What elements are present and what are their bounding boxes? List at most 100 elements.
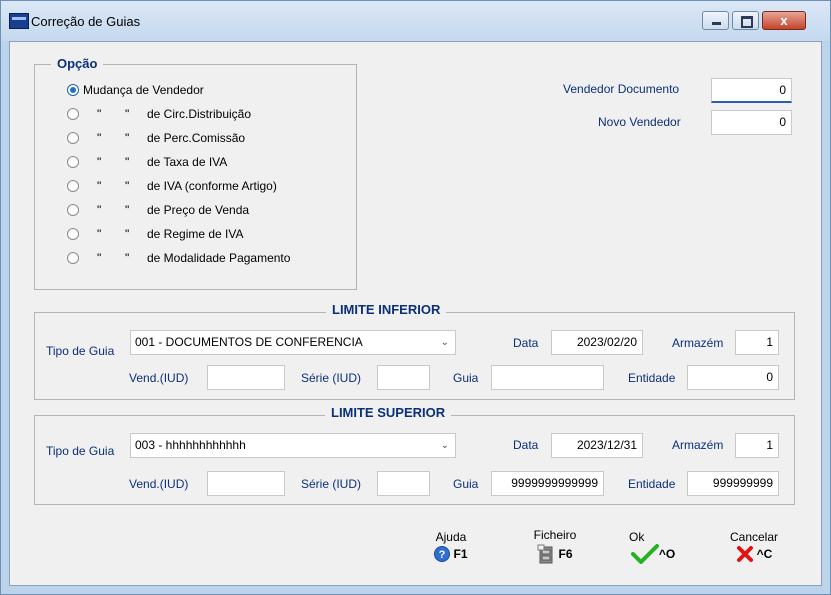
opcao-legend: Opção — [51, 56, 104, 71]
radio-button[interactable] — [67, 180, 79, 192]
inf-entidade-label: Entidade — [628, 371, 676, 385]
novo-vendedor-label: Novo Vendedor — [598, 115, 681, 129]
radio-button[interactable] — [67, 228, 79, 240]
inf-armazem-label: Armazém — [672, 336, 724, 350]
title-bar[interactable]: Correção de Guias x — [1, 1, 830, 41]
maximize-button[interactable] — [732, 11, 759, 30]
opcao-option-7[interactable]: " " de Regime de IVA — [67, 225, 244, 243]
inf-tipo-guia-value: 001 - DOCUMENTOS DE CONFERENCIA — [135, 335, 363, 349]
radio-button[interactable] — [67, 132, 79, 144]
sup-tipo-guia-select[interactable]: 003 - hhhhhhhhhhhh ⌄ — [130, 433, 456, 458]
ditto-mark: " — [97, 203, 102, 217]
sup-serie-label: Série (IUD) — [301, 477, 362, 491]
limite-superior-title: LIMITE SUPERIOR — [325, 405, 452, 420]
sup-data-label: Data — [513, 438, 539, 452]
novo-vendedor-field[interactable]: 0 — [711, 110, 792, 135]
maximize-icon — [741, 16, 753, 28]
close-button[interactable]: x — [762, 11, 806, 30]
ajuda-button[interactable]: Ajuda ? F1 — [424, 530, 478, 565]
dialog-window: Correção de Guias x Opção Mudança de Ven… — [0, 0, 831, 595]
vendedor-documento-label: Vendedor Documento — [563, 82, 680, 96]
chevron-down-icon[interactable]: ⌄ — [441, 331, 449, 354]
sup-guia-label: Guia — [453, 477, 479, 491]
inf-armazem-field[interactable]: 1 — [735, 330, 779, 355]
ajuda-label: Ajuda — [435, 530, 467, 544]
sup-entidade-field[interactable]: 999999999 — [687, 471, 779, 496]
radio-button[interactable] — [67, 156, 79, 168]
radio-button[interactable] — [67, 252, 79, 264]
ditto-mark: " — [97, 179, 102, 193]
limite-inferior-title: LIMITE INFERIOR — [326, 302, 447, 317]
ditto-mark: " — [97, 131, 102, 145]
inf-vend-label: Vend.(IUD) — [129, 371, 189, 385]
ditto-mark: " — [125, 227, 130, 241]
opcao-option-3[interactable]: " " de Perc.Comissão — [67, 129, 245, 147]
sup-guia-field[interactable]: 9999999999999 — [491, 471, 604, 496]
file-cabinet-icon — [537, 544, 553, 564]
minimize-button[interactable] — [702, 11, 729, 30]
opcao-option-1[interactable]: Mudança de Vendedor — [67, 81, 204, 99]
ditto-mark: " — [125, 155, 130, 169]
vendedor-documento-field[interactable]: 0 — [711, 78, 792, 103]
sup-vend-label: Vend.(IUD) — [129, 477, 189, 491]
ditto-mark: " — [125, 131, 130, 145]
opcao-option-label: de IVA (conforme Artigo) — [147, 179, 277, 193]
inf-vend-field[interactable] — [207, 365, 285, 390]
inf-tipo-guia-label: Tipo de Guia — [46, 344, 115, 358]
ditto-mark: " — [97, 227, 102, 241]
ajuda-shortcut: F1 — [453, 547, 468, 561]
inf-tipo-guia-select[interactable]: 001 - DOCUMENTOS DE CONFERENCIA ⌄ — [130, 330, 456, 355]
sup-vend-field[interactable] — [207, 471, 285, 496]
ditto-mark: " — [97, 107, 102, 121]
cancelar-button[interactable]: Cancelar ^C — [723, 530, 785, 566]
sup-data-field[interactable]: 2023/12/31 — [551, 433, 643, 458]
radio-button[interactable] — [67, 204, 79, 216]
ok-label: Ok — [629, 530, 645, 544]
inf-serie-field[interactable] — [377, 365, 430, 390]
opcao-option-label: de Taxa de IVA — [147, 155, 228, 169]
opcao-option-4[interactable]: " " de Taxa de IVA — [67, 153, 227, 171]
inf-entidade-field[interactable]: 0 — [687, 365, 779, 390]
sup-armazem-field[interactable]: 1 — [735, 433, 779, 458]
radio-button[interactable] — [67, 84, 79, 96]
sup-entidade-label: Entidade — [628, 477, 676, 491]
chevron-down-icon[interactable]: ⌄ — [441, 434, 449, 457]
ficheiro-button[interactable]: Ficheiro F6 — [526, 528, 584, 567]
ditto-mark: " — [125, 203, 130, 217]
sup-serie-field[interactable] — [377, 471, 430, 496]
sup-armazem-label: Armazém — [672, 438, 724, 452]
opcao-option-6[interactable]: " " de Preço de Venda — [67, 201, 249, 219]
ditto-mark: " — [125, 179, 130, 193]
opcao-option-2[interactable]: " " de Circ.Distribuição — [67, 105, 251, 123]
opcao-option-label: Mudança de Vendedor — [83, 83, 204, 97]
cancelar-label: Cancelar — [729, 530, 779, 544]
opcao-option-5[interactable]: " " de IVA (conforme Artigo) — [67, 177, 277, 195]
ditto-mark: " — [97, 155, 102, 169]
radio-button[interactable] — [67, 108, 79, 120]
inf-guia-label: Guia — [453, 371, 479, 385]
ficheiro-label: Ficheiro — [533, 528, 577, 542]
inf-serie-label: Série (IUD) — [301, 371, 362, 385]
sup-tipo-guia-label: Tipo de Guia — [46, 444, 115, 458]
window-title: Correção de Guias — [31, 14, 141, 29]
opcao-option-label: de Modalidade Pagamento — [147, 251, 291, 265]
help-icon: ? — [434, 546, 451, 562]
opcao-option-label: de Perc.Comissão — [147, 131, 246, 145]
app-icon — [9, 13, 29, 29]
inf-data-label: Data — [513, 336, 539, 350]
inf-guia-field[interactable] — [491, 365, 604, 390]
ditto-mark: " — [125, 251, 130, 265]
opcao-option-label: de Preço de Venda — [147, 203, 250, 217]
ok-shortcut: ^O — [658, 547, 676, 561]
ditto-mark: " — [97, 251, 102, 265]
cancelar-shortcut: ^C — [756, 547, 773, 561]
cross-icon — [736, 546, 753, 562]
minimize-icon — [712, 22, 721, 25]
opcao-option-8[interactable]: " " de Modalidade Pagamento — [67, 249, 290, 267]
svg-text:?: ? — [439, 549, 446, 561]
opcao-option-label: de Regime de IVA — [147, 227, 244, 241]
checkmark-icon — [630, 544, 659, 564]
inf-data-field[interactable]: 2023/02/20 — [551, 330, 643, 355]
ok-button[interactable]: Ok ^O — [623, 530, 683, 567]
opcao-option-label: de Circ.Distribuição — [147, 107, 252, 121]
